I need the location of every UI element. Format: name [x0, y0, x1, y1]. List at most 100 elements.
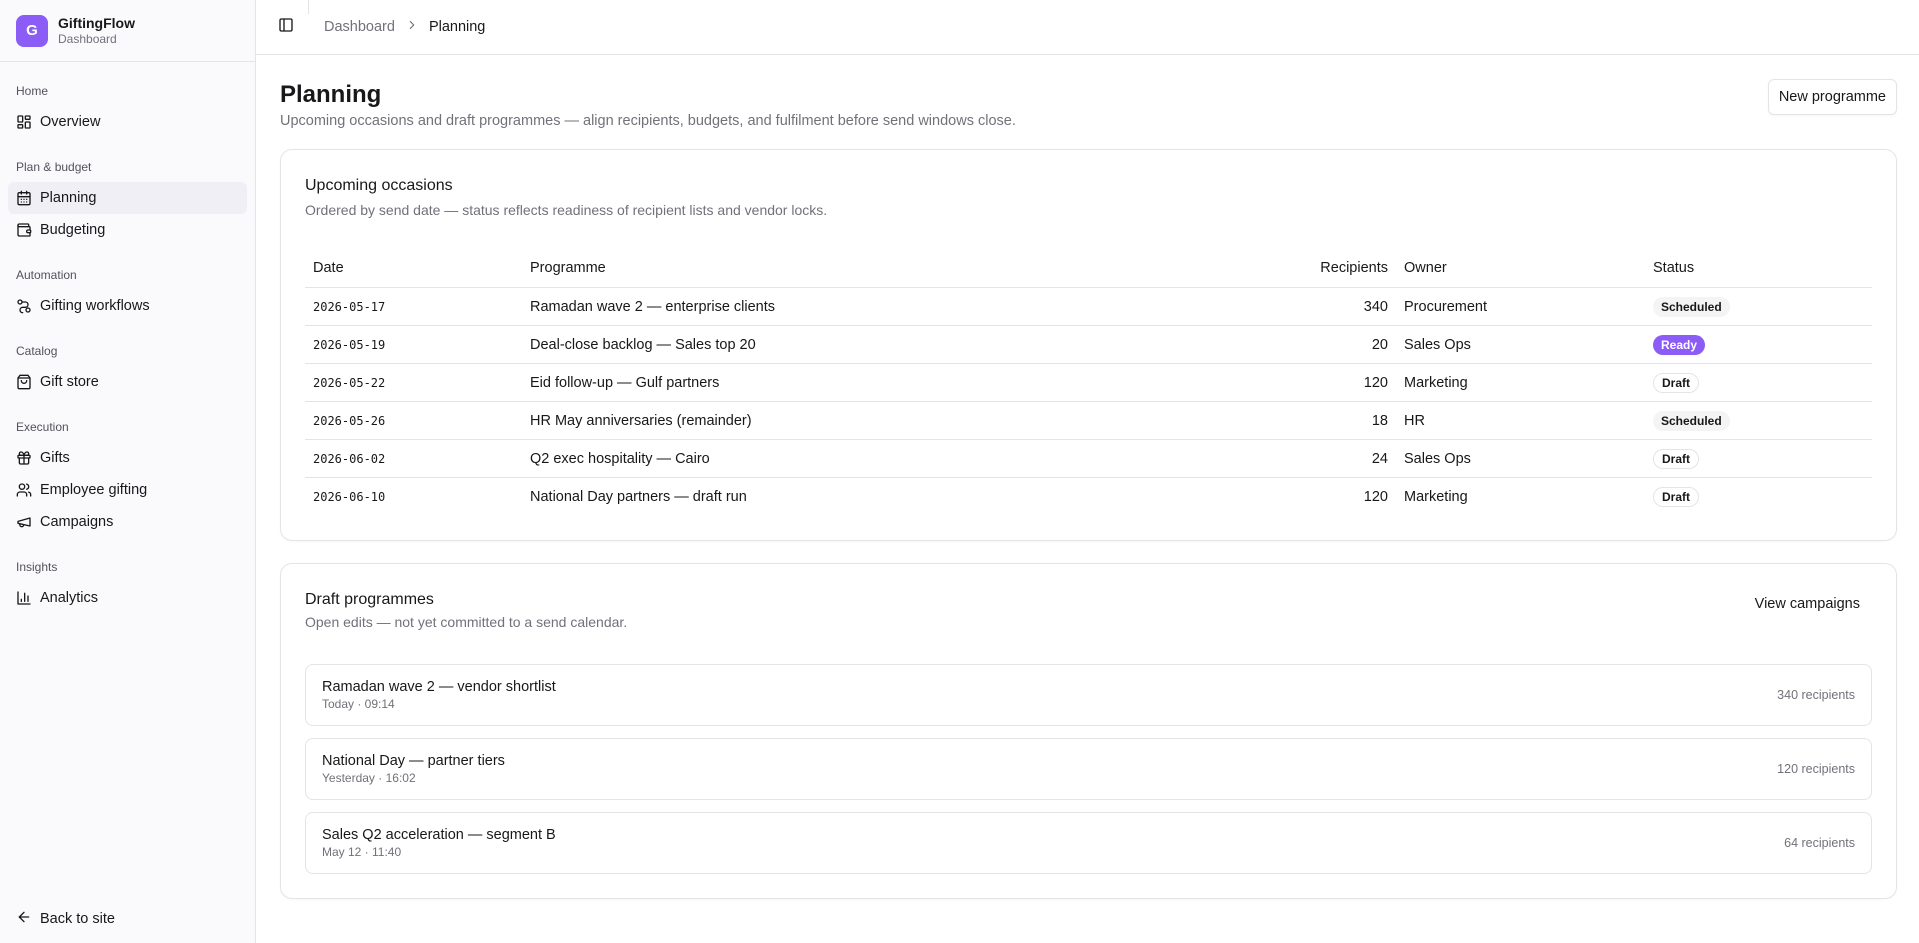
row-date: 2026-05-22: [305, 363, 522, 403]
sidebar-item-label: Employee gifting: [40, 482, 148, 498]
column-status: Status: [1645, 247, 1872, 289]
row-recipients: 120: [1256, 363, 1396, 403]
sidebar-item-employee-gifting[interactable]: Employee gifting: [8, 474, 247, 506]
list-item[interactable]: Sales Q2 acceleration — segment B May 12…: [305, 811, 1872, 874]
row-recipients: 20: [1256, 325, 1396, 365]
row-date: 2026-06-10: [313, 490, 386, 505]
row-programme: Deal-close backlog — Sales top 20: [522, 325, 1256, 365]
sidebar-nav: Home Overview Plan & budget Planning Budgeti…: [0, 62, 255, 895]
breadcrumb-dashboard[interactable]: Dashboard: [324, 19, 395, 35]
sidebar-item-analytics[interactable]: Analytics: [8, 582, 247, 614]
nav-group-label: Home: [16, 84, 49, 98]
nav-group-label: Execution: [16, 420, 69, 434]
status-badge: Draft: [1653, 448, 1700, 469]
draft-name: Sales Q2 acceleration — segment B: [322, 826, 556, 843]
row-recipients: 120: [1363, 489, 1388, 506]
breadcrumb: Dashboard Planning: [324, 18, 485, 35]
row-programme: National Day partners — draft run: [530, 489, 747, 506]
sidebar-item-budgeting[interactable]: Budgeting: [8, 214, 247, 246]
nav-group: Catalog Gift store: [8, 334, 247, 398]
users-icon: [16, 482, 32, 498]
brand-logo: G: [16, 14, 48, 47]
wallet-icon: [16, 222, 32, 238]
nav-group-label: Insights: [16, 560, 58, 574]
sidebar-item-label: Gifting workflows: [40, 298, 150, 314]
row-programme: HR May anniversaries (remainder): [522, 401, 1256, 441]
sidebar-item-gifting-workflows[interactable]: Gifting workflows: [8, 290, 247, 322]
status-badge: Scheduled: [1653, 410, 1730, 431]
row-recipients: 340: [1256, 287, 1396, 327]
page-subtitle: Upcoming occasions and draft programmes …: [280, 112, 1016, 129]
table-row[interactable]: 2026-05-26 HR May anniversaries (remaind…: [305, 401, 1872, 441]
gift-icon: [16, 450, 32, 466]
occasions-title: Upcoming occasions: [305, 176, 453, 194]
list-item[interactable]: National Day — partner tiers Yesterday ·…: [305, 737, 1872, 800]
sidebar-item-label: Gifts: [40, 450, 70, 466]
sidebar-item-label: Gift store: [40, 374, 99, 390]
sidebar-item-overview[interactable]: Overview: [8, 106, 247, 138]
table-row[interactable]: 2026-05-17 Ramadan wave 2 — enterprise c…: [305, 287, 1872, 327]
row-owner: Marketing: [1404, 489, 1468, 506]
row-status-cell: Scheduled: [1645, 287, 1872, 327]
sidebar-item-planning[interactable]: Planning: [8, 182, 247, 214]
brand-subtitle: Dashboard: [58, 31, 117, 46]
sidebar-item-label: Campaigns: [40, 514, 114, 530]
column-owner: Owner: [1396, 247, 1645, 289]
main-area: Dashboard Planning Planning Upcoming occ…: [256, 0, 1919, 943]
chevron-right-icon: [405, 18, 419, 35]
sidebar-item-label: Overview: [40, 114, 101, 130]
nav-group: Execution Gifts Employee gifting Campaigns: [8, 410, 247, 538]
table-row[interactable]: 2026-05-22 Eid follow-up — Gulf partners…: [305, 363, 1872, 403]
drafts-subtitle: Open edits — not yet committed to a send…: [305, 613, 628, 630]
row-recipients: 24: [1256, 439, 1396, 479]
drafts-title: Draft programmes: [305, 590, 434, 608]
row-programme: Ramadan wave 2 — enterprise clients: [522, 287, 1256, 327]
upcoming-occasions-card: Upcoming occasions Ordered by send date …: [280, 148, 1897, 541]
draft-timestamp: Yesterday · 16:02: [322, 770, 416, 785]
brand-header[interactable]: G GiftingFlow Dashboard: [0, 0, 255, 62]
page-title: Planning: [280, 80, 382, 108]
column-date: Date: [305, 247, 522, 289]
status-badge: Draft: [1653, 487, 1700, 508]
draft-timestamp: May 12 · 11:40: [322, 844, 402, 859]
row-owner: Sales Ops: [1396, 439, 1645, 479]
occasions-table: Date Programme Recipients Owner Status 2…: [305, 247, 1872, 516]
row-programme: Q2 exec hospitality — Cairo: [522, 439, 1256, 479]
sidebar-item-label: Budgeting: [40, 222, 106, 238]
back-to-site-link[interactable]: Back to site: [0, 895, 255, 943]
draft-recipient-count: 120 recipients: [1777, 761, 1855, 776]
sidebar-toggle-button[interactable]: [272, 13, 300, 41]
draft-programmes-card: Draft programmes Open edits — not yet co…: [280, 562, 1897, 899]
list-item[interactable]: Ramadan wave 2 — vendor shortlist Today …: [305, 663, 1872, 726]
table-row[interactable]: 2026-06-10 National Day partners — draft…: [305, 478, 1872, 516]
nav-group: Automation Gifting workflows: [8, 258, 247, 322]
megaphone-icon: [16, 514, 32, 530]
row-recipients: 18: [1256, 401, 1396, 441]
row-date: 2026-05-19: [305, 325, 522, 365]
row-owner: Sales Ops: [1396, 325, 1645, 365]
draft-name: Ramadan wave 2 — vendor shortlist: [322, 678, 556, 695]
view-campaigns-button[interactable]: View campaigns: [1743, 588, 1872, 620]
sidebar-item-gift-store[interactable]: Gift store: [8, 366, 247, 398]
nav-group-label: Plan & budget: [16, 160, 92, 174]
topbar: Dashboard Planning: [256, 0, 1919, 55]
draft-recipient-count: 64 recipients: [1784, 835, 1855, 850]
nav-group: Home Overview: [8, 74, 247, 138]
status-badge: Ready: [1653, 334, 1706, 355]
sidebar-item-gifts[interactable]: Gifts: [8, 442, 247, 474]
sidebar: G GiftingFlow Dashboard Home Overview Plan…: [0, 0, 256, 943]
row-status-cell: Draft: [1645, 478, 1872, 516]
topbar-separator: [308, 0, 309, 14]
sidebar-item-campaigns[interactable]: Campaigns: [8, 506, 247, 538]
app-shell: G GiftingFlow Dashboard Home Overview Plan…: [0, 0, 1919, 943]
new-programme-button[interactable]: New programme: [1767, 78, 1897, 115]
table-row[interactable]: 2026-05-19 Deal-close backlog — Sales to…: [305, 325, 1872, 365]
table-row[interactable]: 2026-06-02 Q2 exec hospitality — Cairo 2…: [305, 439, 1872, 479]
occasions-subtitle: Ordered by send date — status reflects r…: [305, 201, 828, 218]
status-badge: Draft: [1653, 372, 1700, 393]
row-status-cell: Ready: [1645, 325, 1872, 365]
row-status-cell: Draft: [1645, 363, 1872, 403]
arrow-left-icon: [16, 909, 32, 929]
table-header-row: Date Programme Recipients Owner Status: [305, 247, 1872, 289]
row-programme: Eid follow-up — Gulf partners: [522, 363, 1256, 403]
